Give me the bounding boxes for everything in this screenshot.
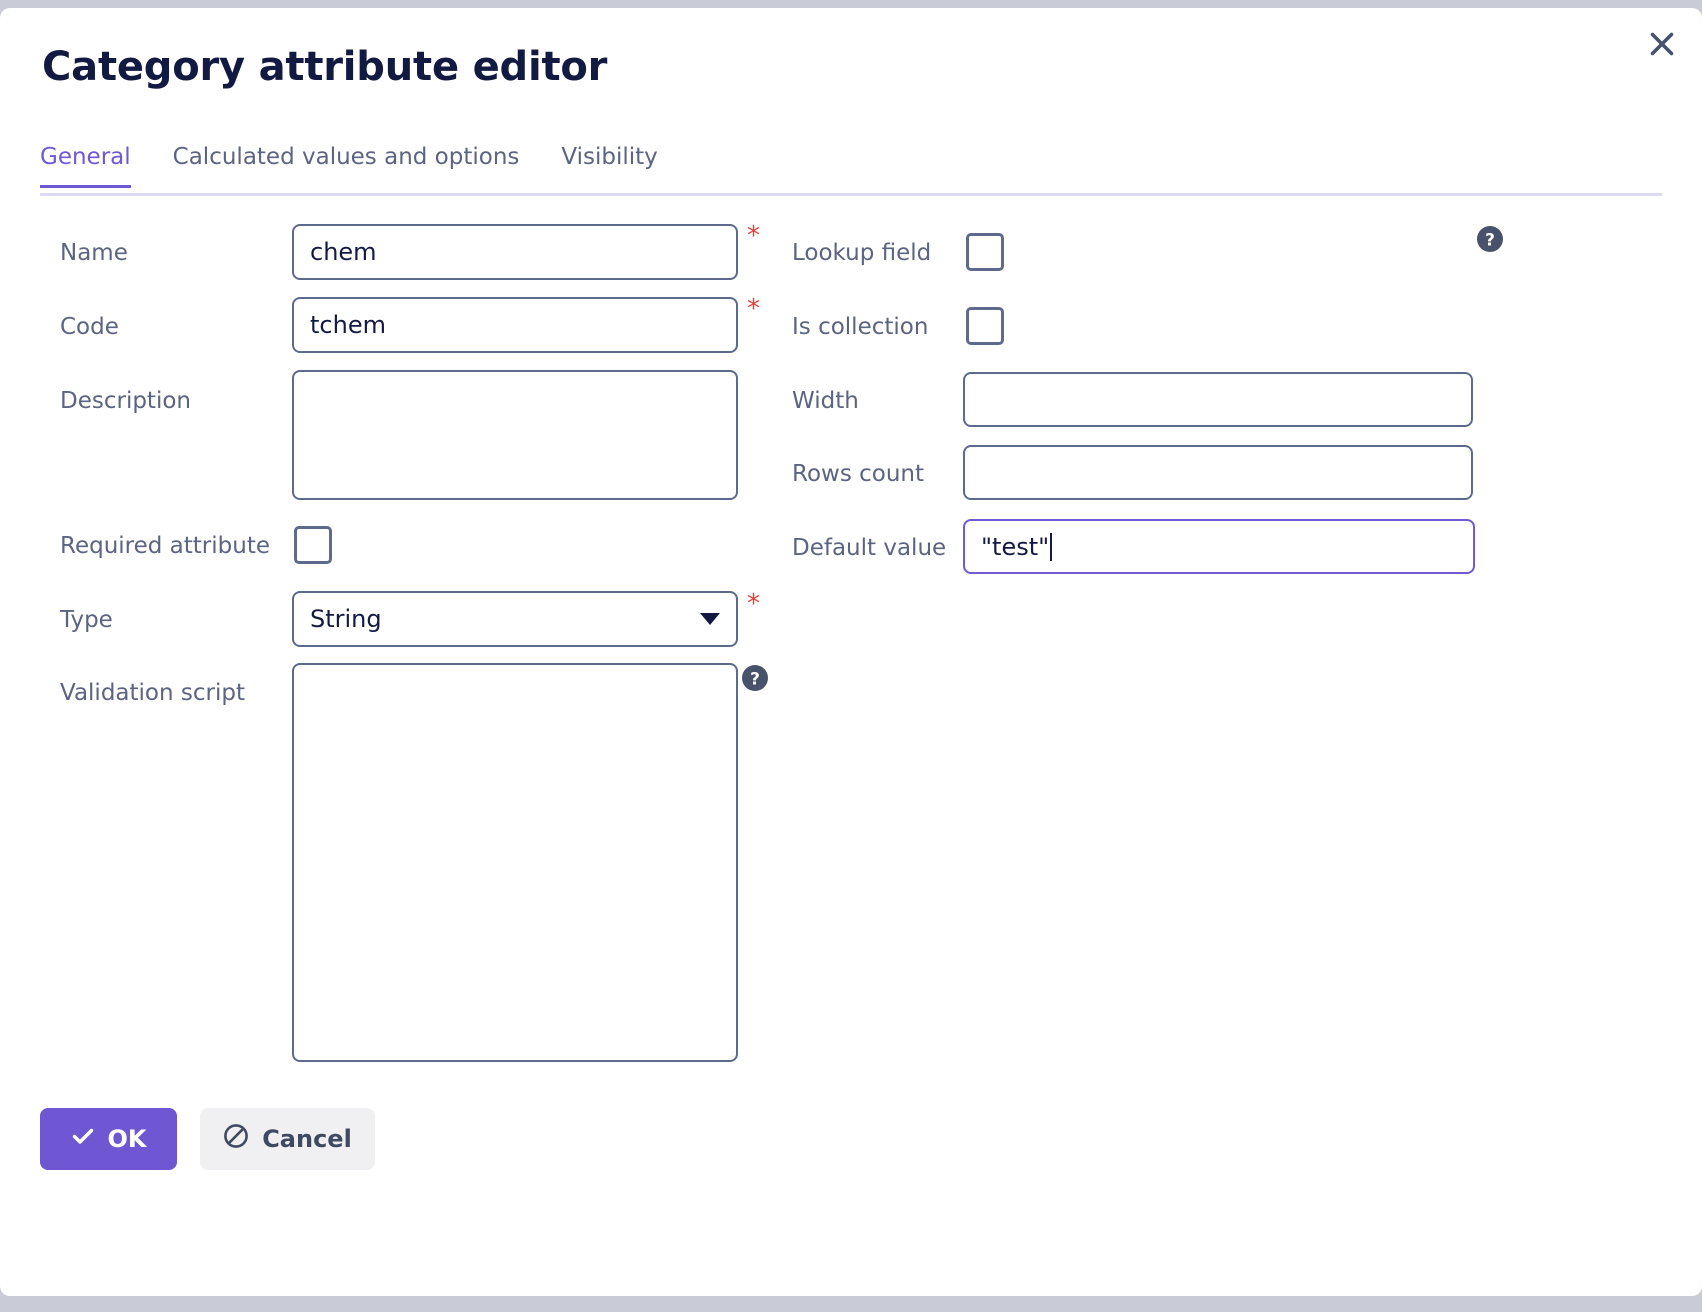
- is-collection-label: Is collection: [792, 314, 929, 340]
- validation-script-textarea[interactable]: [292, 663, 738, 1062]
- lookup-field-checkbox[interactable]: [966, 233, 1004, 271]
- default-value-label: Default value: [792, 535, 947, 561]
- required-attribute-checkbox[interactable]: [294, 526, 332, 564]
- code-input[interactable]: tchem: [292, 297, 738, 353]
- lookup-field-label: Lookup field: [792, 240, 932, 266]
- description-label: Description: [60, 388, 191, 414]
- width-label: Width: [792, 388, 859, 414]
- description-textarea[interactable]: [292, 370, 738, 500]
- code-required-marker: *: [747, 294, 760, 324]
- ban-icon: [223, 1123, 249, 1155]
- validation-script-label: Validation script: [60, 680, 245, 706]
- chevron-down-icon: [700, 613, 720, 625]
- type-select-value: String: [310, 605, 382, 633]
- name-input-value: chem: [310, 238, 377, 266]
- tab-visibility[interactable]: Visibility: [561, 144, 657, 185]
- name-required-marker: *: [747, 221, 760, 251]
- code-input-value: tchem: [310, 311, 386, 339]
- category-attribute-editor-dialog: Category attribute editor General Calcul…: [0, 8, 1702, 1296]
- width-input[interactable]: [963, 372, 1473, 427]
- text-cursor: [1050, 532, 1053, 561]
- name-label: Name: [60, 240, 128, 266]
- ok-button[interactable]: OK: [40, 1108, 177, 1170]
- name-input[interactable]: chem: [292, 224, 738, 280]
- type-required-marker: *: [747, 589, 760, 619]
- rows-count-label: Rows count: [792, 461, 925, 487]
- code-label: Code: [60, 314, 119, 340]
- type-select[interactable]: String: [292, 591, 738, 647]
- cancel-button-label: Cancel: [262, 1125, 352, 1153]
- rows-count-input[interactable]: [963, 445, 1473, 500]
- check-icon: [71, 1124, 95, 1154]
- page-title: Category attribute editor: [42, 44, 608, 90]
- tab-general[interactable]: General: [40, 144, 131, 185]
- general-help-icon[interactable]: ?: [1477, 226, 1503, 252]
- close-icon[interactable]: [1640, 22, 1684, 66]
- default-value-input[interactable]: "test": [963, 519, 1475, 574]
- cancel-button[interactable]: Cancel: [200, 1108, 375, 1170]
- required-attribute-label: Required attribute: [60, 533, 270, 559]
- svg-text:?: ?: [1485, 231, 1495, 251]
- type-label: Type: [60, 607, 113, 633]
- validation-script-help-icon[interactable]: ?: [742, 665, 768, 691]
- default-value-input-value: "test": [981, 532, 1050, 561]
- svg-text:?: ?: [750, 670, 760, 690]
- tab-calculated-values-and-options[interactable]: Calculated values and options: [173, 144, 520, 185]
- ok-button-label: OK: [107, 1125, 147, 1153]
- is-collection-checkbox[interactable]: [966, 307, 1004, 345]
- tab-bar: General Calculated values and options Vi…: [40, 144, 1662, 196]
